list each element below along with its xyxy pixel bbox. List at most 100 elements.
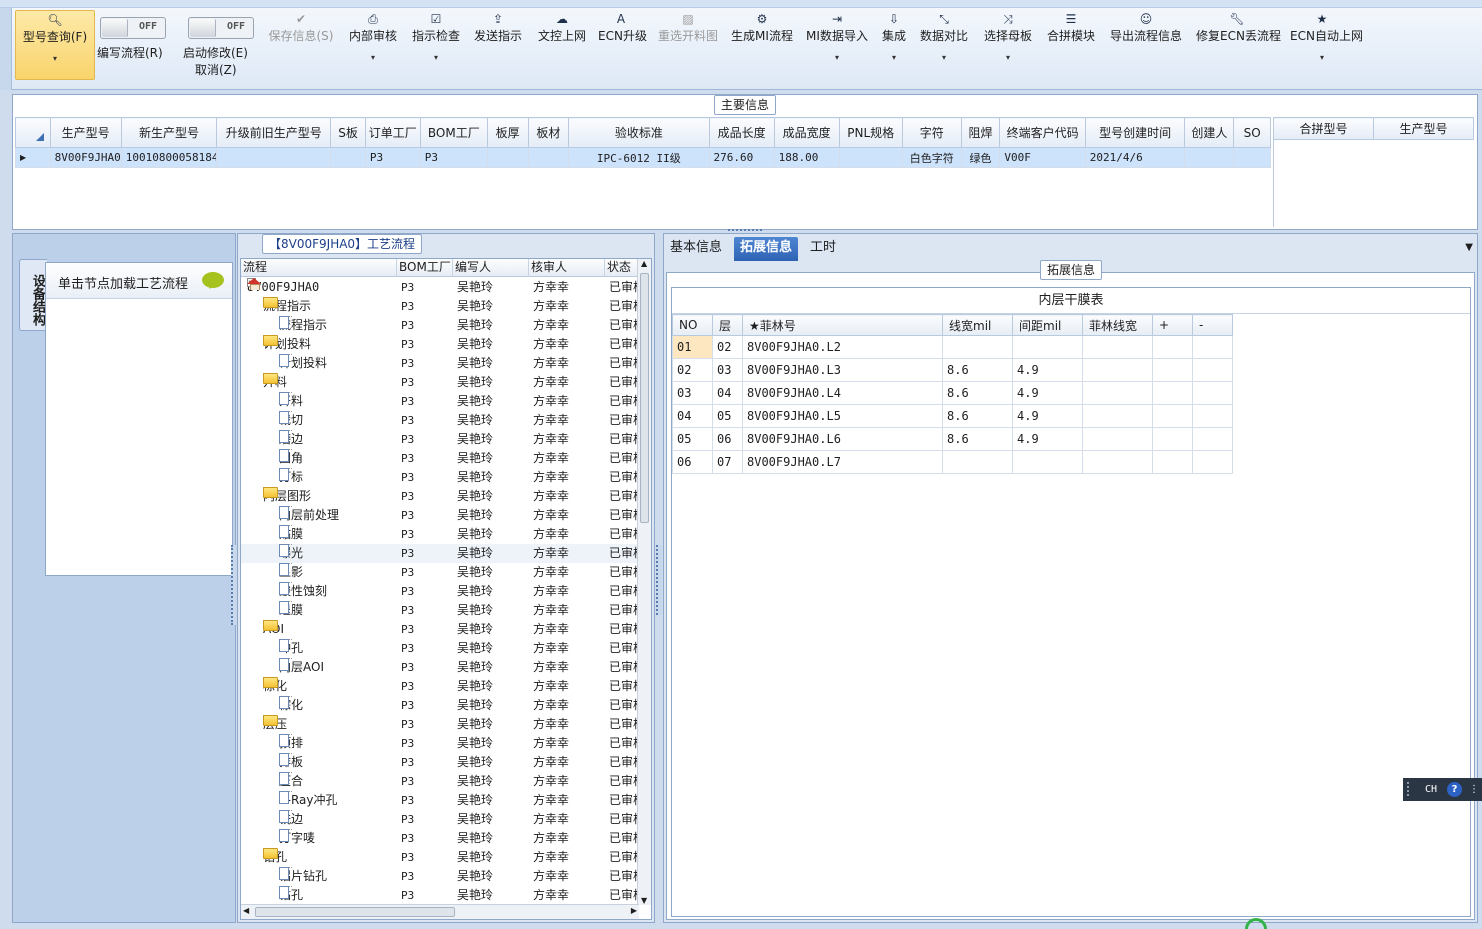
main-col-header[interactable]: S板 <box>330 117 366 148</box>
edit-flow-label[interactable]: 编写流程(R) <box>97 45 163 61</box>
model-query-button[interactable]: 🔍︎ 型号查询(F) ▾ <box>15 10 95 80</box>
dropdown-arrow-icon[interactable]: ▾ <box>347 52 399 64</box>
dropdown-arrow-icon[interactable]: ▾ <box>1290 52 1354 64</box>
tree-node[interactable]: 开料 P3 吴艳玲 方幸幸 已审核 <box>241 392 639 411</box>
tree-node[interactable]: 棕化 P3 吴艳玲 方幸幸 已审核 <box>241 696 639 715</box>
table-cell[interactable] <box>1192 381 1233 405</box>
ime-language[interactable]: CH <box>1425 778 1437 801</box>
table-row[interactable]: 06 07 8V00F9JHA0.L7 <box>672 450 1233 474</box>
main-col-header[interactable]: 升级前旧生产型号 <box>216 117 332 148</box>
table-cell[interactable] <box>1082 381 1153 405</box>
combine-module-button[interactable]: ☰ 合拼模块 <box>1046 10 1096 80</box>
export-flow-button[interactable]: ☺ 导出流程信息 <box>1108 10 1184 80</box>
table-row[interactable]: 03 04 8V00F9JHA0.L4 8.6 4.9 <box>672 381 1233 405</box>
table-cell[interactable] <box>1152 404 1193 428</box>
dropdown-arrow-icon[interactable]: ▾ <box>410 52 462 64</box>
tree-node[interactable]: 打字唛 P3 吴艳玲 方幸幸 已审核 <box>241 829 639 848</box>
table-cell[interactable]: 02 <box>712 335 743 359</box>
table-cell[interactable]: 4.9 <box>1012 381 1083 405</box>
tree-node[interactable]: −钻孔 P3 吴艳玲 方幸幸 已审核 <box>241 848 639 867</box>
tree-node[interactable]: −内层图形 P3 吴艳玲 方幸幸 已审核 <box>241 487 639 506</box>
dropdown-arrow-icon[interactable]: ▾ <box>880 52 908 64</box>
repair-ecn-button[interactable]: 🔧︎ 修复ECN丢流程 <box>1196 10 1281 80</box>
tree-col-reviewer[interactable]: 核审人 <box>529 259 605 277</box>
save-info-button[interactable]: ✔ 保存信息(S) <box>266 10 336 80</box>
table-cell[interactable]: 02 <box>672 358 713 382</box>
table-row[interactable]: ▶ 8V00F9JHA0 10010800058184 P3 P3 IPC-6012 II… <box>15 147 1271 168</box>
main-col-header[interactable]: 订单工厂 <box>364 117 421 148</box>
reselect-cutting-button[interactable]: ▨ 重选开料图 <box>656 10 720 80</box>
tree-node[interactable]: 钻孔 P3 吴艳玲 方幸幸 已审核 <box>241 886 639 905</box>
instruction-check-button[interactable]: ☑ 指示检查 ▾ <box>410 10 462 80</box>
tree-node[interactable]: −计划投料 P3 吴艳玲 方幸幸 已审核 <box>241 335 639 354</box>
tree-node[interactable]: 压合 P3 吴艳玲 方幸幸 已审核 <box>241 772 639 791</box>
tree-node[interactable]: 显影 P3 吴艳玲 方幸幸 已审核 <box>241 563 639 582</box>
table-cell[interactable] <box>1152 450 1193 474</box>
table-row[interactable]: 01 02 8V00F9JHA0.L2 <box>672 335 1233 359</box>
tree-col-factory[interactable]: BOM工厂 <box>397 259 453 277</box>
table-cell[interactable] <box>1082 335 1153 359</box>
h-splitter-grip[interactable] <box>728 229 762 232</box>
layer-col-header[interactable]: 间距mil <box>1012 314 1083 336</box>
main-col-header[interactable]: 板厚 <box>486 117 529 148</box>
table-row[interactable]: 02 03 8V00F9JHA0.L3 8.6 4.9 <box>672 358 1233 382</box>
tree-node[interactable]: 退膜 P3 吴艳玲 方幸幸 已审核 <box>241 601 639 620</box>
tree-vertical-scrollbar[interactable]: ▲ ▼ <box>637 259 651 905</box>
table-cell[interactable]: 2021/4/6 <box>1084 147 1186 168</box>
tree-horizontal-scrollbar[interactable]: ◀ ▶ <box>241 904 639 919</box>
table-cell[interactable]: 05 <box>712 404 743 428</box>
table-cell[interactable]: 8V00F9JHA0 <box>49 147 122 168</box>
table-cell[interactable]: 04 <box>712 381 743 405</box>
table-cell[interactable]: 03 <box>672 381 713 405</box>
table-cell[interactable] <box>486 147 529 168</box>
tree-node[interactable]: −AOI P3 吴艳玲 方幸幸 已审核 <box>241 620 639 639</box>
table-cell[interactable]: 白色字符 <box>901 147 962 168</box>
tree-node[interactable]: 铣边 P3 吴艳玲 方幸幸 已审核 <box>241 810 639 829</box>
tab-extended-info[interactable]: 拓展信息 <box>734 237 799 261</box>
table-cell[interactable]: 01 <box>672 335 713 359</box>
tree-node[interactable]: −层压 P3 吴艳玲 方幸幸 已审核 <box>241 715 639 734</box>
table-cell[interactable] <box>216 147 332 168</box>
tree-node[interactable]: 酸性蚀刻 P3 吴艳玲 方幸幸 已审核 <box>241 582 639 601</box>
table-cell[interactable] <box>1192 450 1233 474</box>
tab-basic-info[interactable]: 基本信息 <box>664 237 728 261</box>
tree-col-status[interactable]: 状态 <box>605 259 639 277</box>
table-cell[interactable] <box>1152 381 1193 405</box>
table-cell[interactable] <box>1192 427 1233 451</box>
tree-col-writer[interactable]: 编写人 <box>453 259 529 277</box>
tree-node[interactable]: 贴膜 P3 吴艳玲 方幸幸 已审核 <box>241 525 639 544</box>
table-cell[interactable]: 8V00F9JHA0.L4 <box>742 381 943 405</box>
table-cell[interactable]: 276.60 <box>708 147 775 168</box>
start-modify-toggle[interactable]: OFF <box>188 17 254 39</box>
main-col-header[interactable]: 生产型号 <box>49 117 122 148</box>
table-cell[interactable] <box>1184 147 1235 168</box>
table-cell[interactable] <box>1192 404 1233 428</box>
tree-node[interactable]: −开料 P3 吴艳玲 方幸幸 已审核 <box>241 373 639 392</box>
table-cell[interactable] <box>1152 427 1193 451</box>
middle-splitter-grip[interactable] <box>656 545 662 615</box>
main-col-header[interactable]: 阻焊 <box>960 117 1001 148</box>
table-cell[interactable]: 06 <box>672 450 713 474</box>
table-cell[interactable] <box>1012 335 1083 359</box>
table-cell[interactable]: 8V00F9JHA0.L6 <box>742 427 943 451</box>
layer-col-header[interactable]: - <box>1192 314 1233 336</box>
table-cell[interactable]: 8.6 <box>942 404 1013 428</box>
table-cell[interactable] <box>942 450 1013 474</box>
combine-col-header[interactable]: 合拼型号 <box>1273 117 1374 140</box>
equipment-structure-tab[interactable]: 设备结构 <box>19 259 47 331</box>
table-cell[interactable]: 8.6 <box>942 427 1013 451</box>
tree-node[interactable]: 排板 P3 吴艳玲 方幸幸 已审核 <box>241 753 639 772</box>
tree-node[interactable]: 冲孔 P3 吴艳玲 方幸幸 已审核 <box>241 639 639 658</box>
doc-control-upload-button[interactable]: ☁ 文控上网 <box>536 10 588 80</box>
table-cell[interactable] <box>1192 335 1233 359</box>
table-cell[interactable]: 8V00F9JHA0.L3 <box>742 358 943 382</box>
main-col-header[interactable]: 型号创建时间 <box>1084 117 1186 148</box>
table-cell[interactable]: 06 <box>712 427 743 451</box>
ime-more-icon[interactable]: ⋮ <box>1469 778 1479 801</box>
table-cell[interactable]: 03 <box>712 358 743 382</box>
tree-node[interactable]: 曝光 P3 吴艳玲 方幸幸 已审核 <box>241 544 639 563</box>
scroll-down-icon[interactable]: ▼ <box>641 896 647 905</box>
table-cell[interactable]: 4.9 <box>1012 427 1083 451</box>
tree-node[interactable]: 计划投料 P3 吴艳玲 方幸幸 已审核 <box>241 354 639 373</box>
table-cell[interactable]: 05 <box>672 427 713 451</box>
